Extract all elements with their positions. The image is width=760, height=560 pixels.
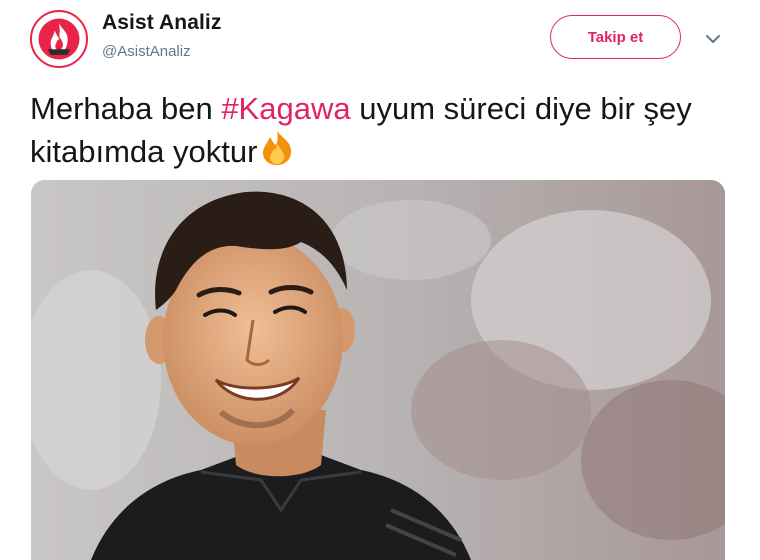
tweet-text: Merhaba ben #Kagawa uyum süreci diye bir… — [30, 88, 730, 173]
smiling-footballer-photo — [31, 180, 725, 560]
avatar[interactable] — [30, 10, 88, 68]
user-display-name[interactable]: Asist Analiz — [102, 11, 221, 35]
user-handle[interactable]: @AsistAnaliz — [102, 43, 191, 60]
chevron-down-icon[interactable] — [704, 30, 722, 48]
hashtag-link[interactable]: #Kagawa — [221, 91, 350, 126]
fire-emoji-icon — [263, 131, 292, 165]
follow-button[interactable]: Takip et — [550, 15, 681, 59]
tweet-text-before: Merhaba ben — [30, 91, 222, 126]
tweet-photo[interactable] — [31, 180, 725, 560]
flame-logo-icon — [38, 18, 80, 60]
